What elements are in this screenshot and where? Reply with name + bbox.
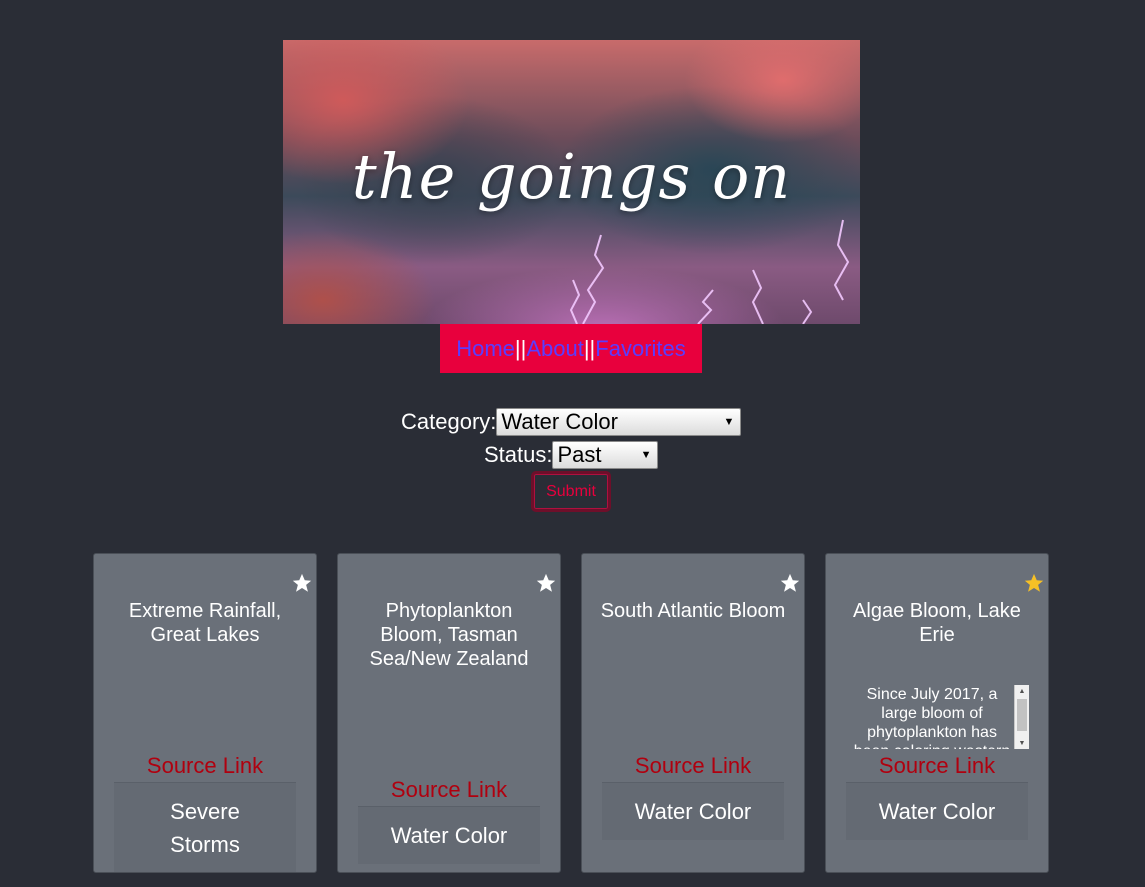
nav-separator: || [514, 335, 527, 361]
source-link[interactable]: Source Link [582, 753, 804, 779]
nav-separator: || [583, 335, 596, 361]
card-title: Extreme Rainfall, Great Lakes [128, 600, 282, 646]
favorite-star-icon[interactable] [779, 572, 801, 594]
category-select-value: Water Color [501, 409, 618, 434]
card-title: Phytoplankton Bloom, Tasman Sea/New Zeal… [369, 600, 529, 670]
event-card: Algae Bloom, Lake Erie Since July 2017, … [825, 553, 1049, 873]
event-card: South Atlantic Bloom Source Link Water C… [581, 553, 805, 873]
chevron-down-icon: ▼ [723, 416, 735, 428]
site-title: the goings on [351, 140, 792, 213]
description-scrollbar[interactable]: ▲ ▼ [1014, 685, 1029, 749]
source-link[interactable]: Source Link [94, 753, 316, 779]
card-title: South Atlantic Bloom [600, 600, 786, 622]
status-label: Status: [484, 442, 553, 467]
favorite-star-icon[interactable] [291, 572, 313, 594]
main-nav: Home || About || Favorites [440, 324, 702, 373]
chevron-down-icon: ▼ [640, 449, 652, 461]
status-select[interactable]: Past ▼ [552, 441, 659, 469]
category-label: Category: [401, 409, 497, 434]
submit-button[interactable]: Submit [531, 471, 611, 512]
card-category: Water Color [846, 783, 1028, 840]
card-description-box[interactable]: Since July 2017, a large bloom of phytop… [850, 685, 1029, 749]
card-description: Since July 2017, a large bloom of phytop… [854, 686, 1011, 749]
favorite-star-icon[interactable] [535, 572, 557, 594]
nav-link-about[interactable]: About [526, 336, 584, 362]
source-link[interactable]: Source Link [338, 777, 560, 803]
status-row: Status: Past ▼ [484, 441, 659, 469]
source-link[interactable]: Source Link [826, 753, 1048, 779]
card-category: Water Color [358, 807, 540, 864]
category-row: Category: Water Color ▼ [401, 408, 742, 436]
header-banner: the goings on [283, 40, 860, 324]
nav-link-favorites[interactable]: Favorites [595, 336, 685, 362]
card-category: Severe Storms [114, 783, 296, 872]
category-select[interactable]: Water Color ▼ [496, 408, 742, 436]
event-card: Extreme Rainfall, Great Lakes Source Lin… [93, 553, 317, 873]
scroll-down-icon[interactable]: ▼ [1015, 737, 1029, 749]
event-card: Phytoplankton Bloom, Tasman Sea/New Zeal… [337, 553, 561, 873]
scroll-thumb[interactable] [1017, 699, 1027, 731]
nav-link-home[interactable]: Home [456, 336, 515, 362]
status-select-value: Past [557, 442, 602, 467]
scroll-up-icon[interactable]: ▲ [1015, 685, 1029, 697]
card-category: Water Color [602, 783, 784, 840]
card-title: Algae Bloom, Lake Erie [853, 600, 1021, 646]
favorite-star-icon[interactable] [1023, 572, 1045, 594]
